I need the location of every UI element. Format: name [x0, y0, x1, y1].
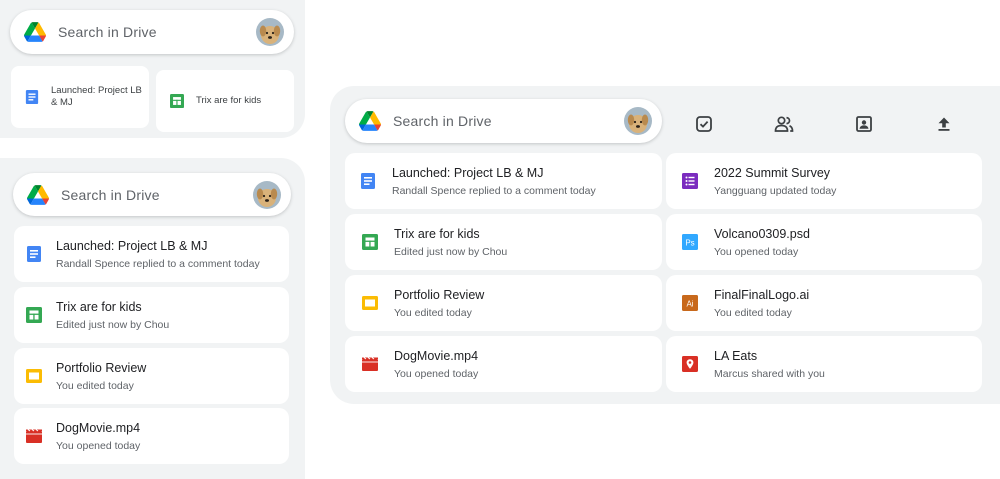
people-icon[interactable]	[772, 112, 796, 136]
file-title: FinalFinalLogo.ai	[714, 287, 810, 302]
file-title: 2022 Summit Survey	[714, 165, 831, 180]
avatar[interactable]	[624, 107, 652, 135]
file-activity: You opened today	[714, 245, 799, 258]
docs-icon	[26, 246, 42, 262]
file-title: Launched: Project LB & MJ	[56, 238, 208, 253]
file-card[interactable]: DogMovie.mp4 You opened today	[345, 336, 662, 392]
file-title: Trix are for kids	[56, 299, 142, 314]
file-card[interactable]: 2022 Summit Survey Yangguang updated tod…	[666, 153, 982, 209]
file-title: Launched: Project LB & MJ	[392, 165, 544, 180]
file-activity: You opened today	[56, 439, 141, 452]
file-card[interactable]: Portfolio Review You edited today	[345, 275, 662, 331]
upload-icon[interactable]	[932, 112, 956, 136]
file-activity: Marcus shared with you	[714, 367, 825, 380]
file-activity: You edited today	[394, 306, 472, 319]
photoshop-icon	[682, 234, 698, 250]
slides-icon	[362, 295, 378, 311]
file-card[interactable]: LA Eats Marcus shared with you	[666, 336, 982, 392]
file-activity: You edited today	[56, 379, 134, 392]
avatar[interactable]	[256, 18, 284, 46]
file-card[interactable]: FinalFinalLogo.ai You edited today	[666, 275, 982, 331]
file-title: Trix are for kids	[394, 226, 480, 241]
file-title: Trix are for kids	[196, 95, 262, 106]
google-drive-logo-icon	[24, 22, 46, 42]
file-title: DogMovie.mp4	[56, 420, 141, 435]
file-title: LA Eats	[714, 348, 758, 363]
sheets-icon	[362, 234, 378, 250]
drive-widget-small: Search in Drive Launched: Project LB & M…	[0, 0, 305, 138]
drive-widget-medium: Search in Drive Launched: Project LB & M…	[0, 158, 305, 479]
video-icon	[362, 356, 378, 372]
file-card-sheets[interactable]: Trix are for kids	[156, 70, 294, 132]
file-card[interactable]: Launched: Project LB & MJ Randall Spence…	[14, 226, 289, 282]
search-placeholder: Search in Drive	[393, 113, 492, 129]
file-card[interactable]: Volcano0309.psd You opened today	[666, 214, 982, 270]
file-card[interactable]: Trix are for kids Edited just now by Cho…	[14, 287, 289, 343]
search-bar[interactable]: Search in Drive	[13, 173, 291, 216]
file-title: Portfolio Review	[394, 287, 485, 302]
checkbox-icon[interactable]	[692, 112, 716, 136]
docs-icon	[25, 90, 39, 104]
drive-widget-large: Search in Drive Launched: Project LB & M…	[330, 86, 1000, 404]
file-card[interactable]: DogMovie.mp4 You opened today	[14, 408, 289, 464]
search-bar[interactable]: Search in Drive	[10, 10, 294, 54]
file-title: Portfolio Review	[56, 360, 147, 375]
illustrator-icon	[682, 295, 698, 311]
docs-icon	[360, 173, 376, 189]
search-placeholder: Search in Drive	[61, 186, 160, 203]
file-activity: Edited just now by Chou	[394, 245, 508, 258]
file-activity: Randall Spence replied to a comment toda…	[392, 184, 596, 197]
google-drive-logo-icon	[27, 185, 49, 205]
search-placeholder: Search in Drive	[58, 24, 157, 40]
drive-photo-icon[interactable]	[852, 112, 876, 136]
file-activity: You opened today	[394, 367, 479, 380]
file-activity: Randall Spence replied to a comment toda…	[56, 257, 260, 270]
sheets-icon	[26, 307, 42, 323]
file-title: Launched: Project LB & MJ	[51, 85, 142, 108]
file-card[interactable]: Launched: Project LB & MJ Randall Spence…	[345, 153, 662, 209]
file-activity: You edited today	[714, 306, 792, 319]
avatar[interactable]	[253, 181, 281, 209]
file-title: Volcano0309.psd	[714, 226, 810, 241]
video-icon	[26, 428, 42, 444]
file-title: DogMovie.mp4	[394, 348, 479, 363]
file-activity: Yangguang updated today	[714, 184, 837, 197]
file-activity: Edited just now by Chou	[56, 318, 170, 331]
file-card-docs[interactable]: Launched: Project LB & MJ	[11, 66, 149, 128]
map-pin-icon	[682, 356, 698, 372]
search-bar[interactable]: Search in Drive	[345, 99, 662, 143]
slides-icon	[26, 368, 42, 384]
file-card[interactable]: Portfolio Review You edited today	[14, 348, 289, 404]
forms-icon	[682, 173, 698, 189]
file-card[interactable]: Trix are for kids Edited just now by Cho…	[345, 214, 662, 270]
google-drive-logo-icon	[359, 111, 381, 131]
sheets-icon	[170, 94, 184, 108]
